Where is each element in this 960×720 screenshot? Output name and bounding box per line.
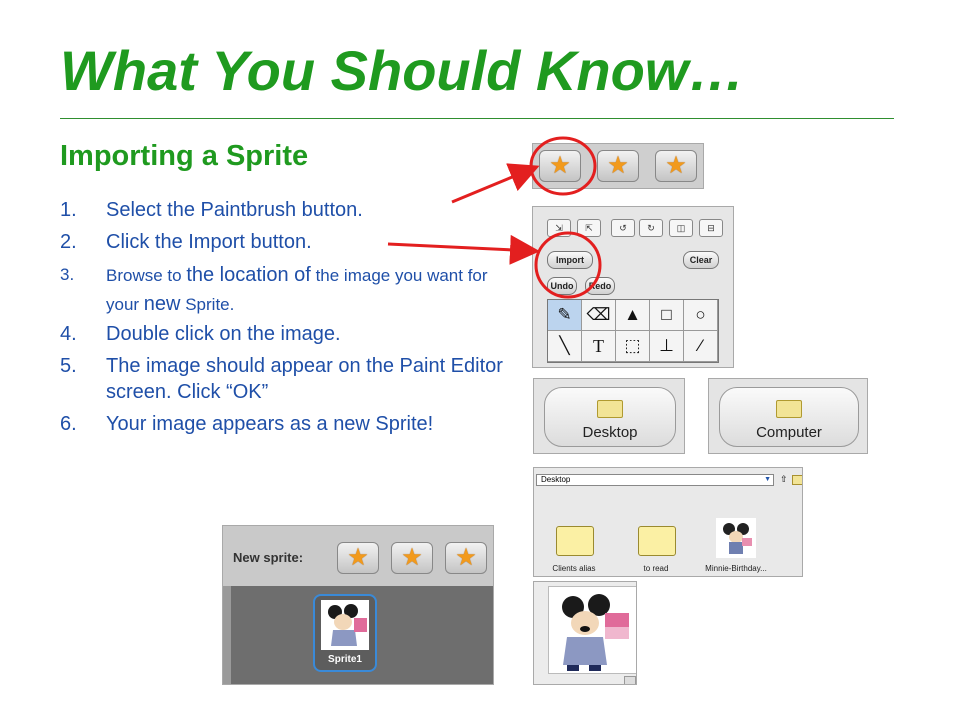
highlight-circle-import [534, 231, 602, 299]
annotation-overlay [387, 136, 602, 299]
arrow-to-paintbrush [451, 163, 540, 204]
arrow-to-import [387, 234, 540, 265]
highlight-circle-paintbrush [529, 136, 597, 196]
